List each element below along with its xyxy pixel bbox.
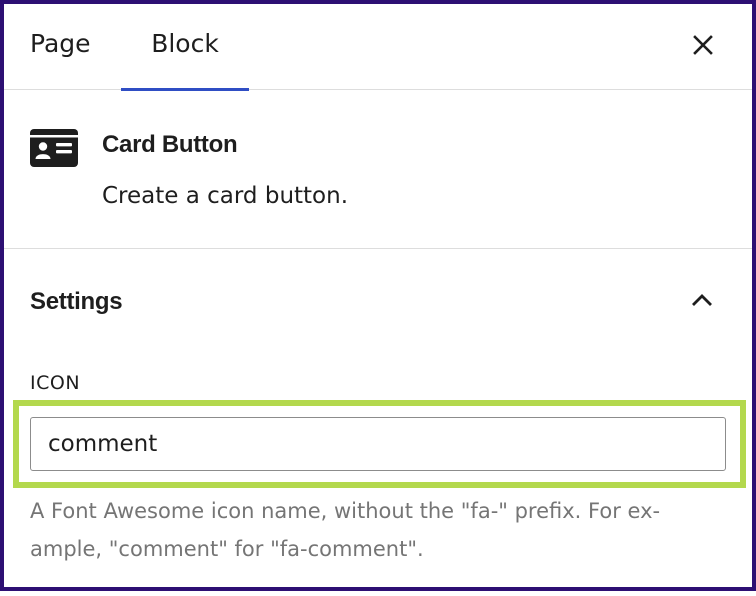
block-card: Card Button Create a card button. <box>4 91 752 249</box>
tab-block-label: Block <box>151 29 219 58</box>
close-button[interactable] <box>684 26 722 64</box>
settings-title: Settings <box>30 288 123 315</box>
id-card-icon <box>30 129 78 167</box>
icon-field-label: ICON <box>30 372 81 394</box>
chevron-up-icon <box>692 294 712 306</box>
tab-page[interactable]: Page <box>30 4 91 90</box>
block-description: Create a card button. <box>102 183 349 209</box>
block-inspector-panel: Page Block Card Button Create a card but… <box>0 0 756 591</box>
icon-field-help: A Font Awesome icon name, without the "f… <box>30 499 661 561</box>
settings-panel-toggle[interactable]: Settings <box>4 250 752 350</box>
inspector-tabs: Page Block <box>4 4 752 91</box>
close-icon <box>693 35 713 55</box>
icon-name-input[interactable] <box>30 417 726 471</box>
tab-block[interactable]: Block <box>121 4 249 91</box>
block-title: Card Button <box>102 131 238 158</box>
